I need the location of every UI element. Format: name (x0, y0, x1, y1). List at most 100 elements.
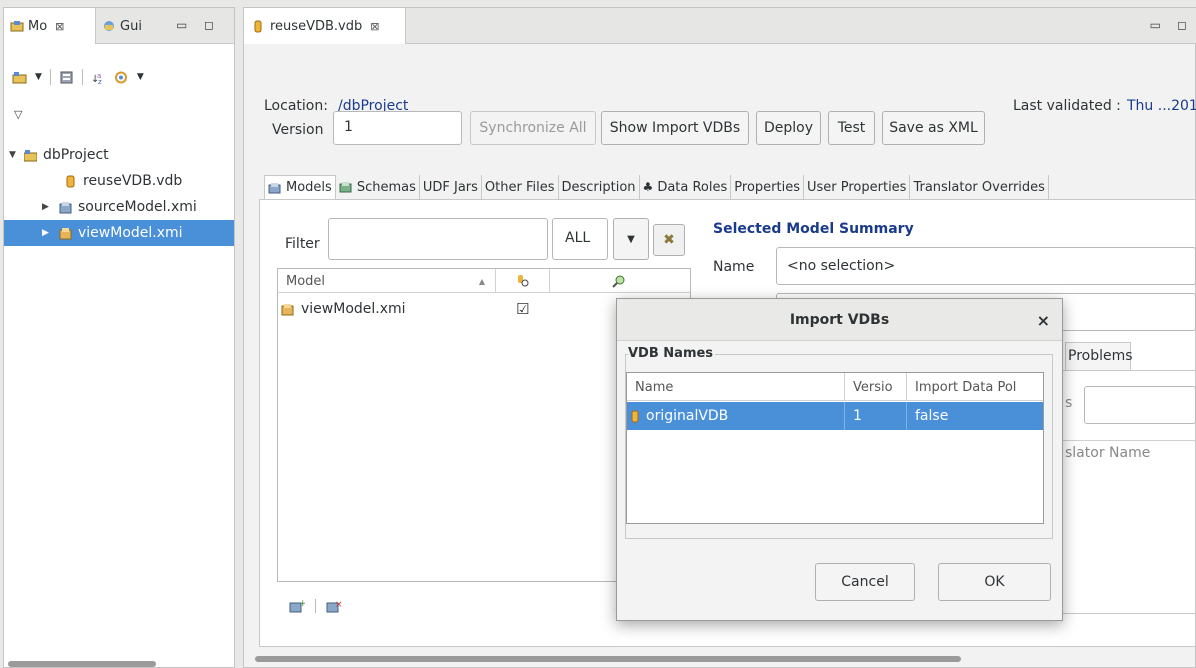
minimize-icon[interactable]: ▭ (1150, 18, 1161, 32)
dialog-title: Import VDBs (789, 311, 890, 328)
close-icon[interactable]: ⊠ (370, 20, 379, 33)
sync-icon[interactable] (114, 71, 129, 84)
tab-label: Translator Overrides (913, 179, 1045, 195)
tab-data-roles[interactable]: ♣ Data Roles (640, 175, 732, 199)
filter-scope-select[interactable]: ALL (552, 218, 608, 260)
column-label: Import Data Pol (915, 379, 1017, 395)
tab-label: Description (561, 179, 636, 195)
save-as-xml-button[interactable]: Save as XML (882, 111, 985, 145)
horizontal-scrollbar[interactable] (255, 656, 961, 662)
last-validated-label: Last validated : (1013, 98, 1121, 114)
editor-tab-label: reuseVDB.vdb (270, 18, 363, 34)
tree-item-label: reuseVDB.vdb (83, 173, 183, 189)
column-header-version[interactable]: Versio (845, 373, 907, 401)
toolbar-separator (81, 69, 83, 85)
detail-field[interactable] (1084, 386, 1196, 424)
name-value: <no selection> (787, 258, 896, 274)
cancel-button[interactable]: Cancel (815, 563, 915, 601)
add-model-icon[interactable]: + (289, 599, 305, 613)
tab-problems[interactable]: Problems (1065, 342, 1133, 370)
tab-other-files[interactable]: Other Files (482, 175, 559, 199)
name-field[interactable]: <no selection> (776, 247, 1196, 285)
tab-label: Other Files (484, 179, 555, 195)
data-roles-icon: ♣ (642, 180, 654, 194)
maximize-icon[interactable]: ◻ (204, 18, 214, 32)
tab-label: User Properties (806, 179, 907, 195)
tab-guides[interactable]: Gui (98, 8, 160, 44)
tree-item-reusevdb[interactable]: reuseVDB.vdb (4, 168, 234, 194)
ok-button[interactable]: OK (938, 563, 1051, 601)
chevron-down-icon[interactable]: ▼ (35, 72, 42, 82)
tree-item-label: sourceModel.xmi (78, 199, 197, 215)
horizontal-scrollbar[interactable] (8, 661, 156, 667)
tab-reusevdb[interactable]: reuseVDB.vdb ⊠ (244, 8, 406, 44)
tab-model-explorer[interactable]: Mo ⊠ (4, 8, 96, 44)
view-menu-icon[interactable]: ▽ (14, 108, 22, 121)
svg-text:×: × (335, 600, 342, 610)
tab-label: Data Roles (657, 179, 728, 195)
vdb-version: 1 (853, 408, 862, 424)
vdb-names-table: Name Versio Import Data Pol originalVDB … (626, 372, 1044, 524)
selected-model-summary-title: Selected Model Summary (713, 221, 914, 237)
filter-label: Filter (285, 236, 320, 252)
model-explorer-view: Mo ⊠ Gui ▭ ◻ ▼ ↓ a z ▼ ▽ ▼ dbProject reu… (3, 7, 235, 668)
column-header-visible[interactable] (496, 269, 550, 293)
visible-checkbox[interactable]: ☑ (516, 300, 529, 318)
table-row[interactable]: originalVDB 1 false (627, 402, 1043, 430)
import-icon[interactable] (59, 71, 74, 84)
filter-scope-value: ALL (565, 230, 591, 246)
tab-translator-overrides[interactable]: Translator Overrides (910, 175, 1049, 199)
deploy-button[interactable]: Deploy (756, 111, 821, 145)
remove-model-icon[interactable]: × (326, 599, 342, 613)
tab-udf-jars[interactable]: UDF Jars (420, 175, 482, 199)
partial-label: s (1065, 395, 1073, 411)
tab-properties[interactable]: Properties (731, 175, 804, 199)
vdb-icon (254, 20, 262, 32)
name-label: Name (713, 259, 755, 275)
vdb-name: originalVDB (646, 408, 729, 424)
test-button[interactable]: Test (828, 111, 875, 145)
collapse-arrow-icon[interactable]: ▶ (42, 228, 49, 238)
tree-item-viewmodel[interactable]: ▶ viewModel.xmi (4, 220, 234, 246)
view-model-icon (59, 227, 72, 239)
tab-schemas[interactable]: Schemas (336, 175, 420, 199)
tab-label: Problems (1068, 348, 1133, 364)
column-label: Name (635, 379, 674, 395)
models-icon (268, 182, 281, 193)
expand-icon[interactable]: ▼ (9, 150, 16, 160)
filter-dropdown-button[interactable]: ▼ (613, 218, 649, 260)
tab-description[interactable]: Description (559, 175, 640, 199)
close-icon[interactable]: × (1037, 311, 1050, 330)
sort-alpha-icon[interactable]: ↓ a z (91, 71, 106, 84)
tab-guides-label: Gui (120, 18, 142, 34)
import-data-policies-value: false (915, 408, 949, 424)
tree-item-dbproject[interactable]: ▼ dbProject (4, 142, 234, 168)
tree-item-label: viewModel.xmi (78, 225, 183, 241)
model-actions-toolbar: + × (289, 599, 342, 613)
source-model-icon (59, 201, 72, 213)
chevron-down-icon: ▼ (627, 233, 635, 245)
tab-user-properties[interactable]: User Properties (804, 175, 911, 199)
collapse-arrow-icon[interactable]: ▶ (42, 202, 49, 212)
model-name-cell: viewModel.xmi (301, 301, 406, 317)
tab-models[interactable]: Models (264, 175, 336, 199)
column-header-search[interactable] (550, 269, 688, 293)
minimize-icon[interactable]: ▭ (176, 18, 187, 32)
vdb-icon (66, 175, 75, 187)
version-input[interactable]: 1 (333, 111, 462, 145)
synchronize-all-button[interactable]: Synchronize All (470, 111, 596, 145)
visibility-icon (517, 275, 528, 287)
clear-filter-button[interactable]: ✖ (653, 224, 685, 256)
show-import-vdbs-button[interactable]: Show Import VDBs (601, 111, 749, 145)
filter-input[interactable] (328, 218, 548, 260)
column-label: Versio (853, 379, 893, 395)
tree-item-sourcemodel[interactable]: ▶ sourceModel.xmi (4, 194, 234, 220)
maximize-icon[interactable]: ◻ (1177, 18, 1187, 32)
column-header-name[interactable]: Name (627, 373, 845, 401)
column-header-import-data-policies[interactable]: Import Data Pol (907, 373, 1043, 401)
tab-label: Schemas (356, 179, 416, 195)
column-header-model[interactable]: Model ▲ (278, 269, 496, 293)
new-project-icon[interactable] (12, 71, 27, 84)
chevron-down-icon[interactable]: ▼ (137, 72, 144, 82)
close-icon[interactable]: ⊠ (55, 20, 64, 33)
